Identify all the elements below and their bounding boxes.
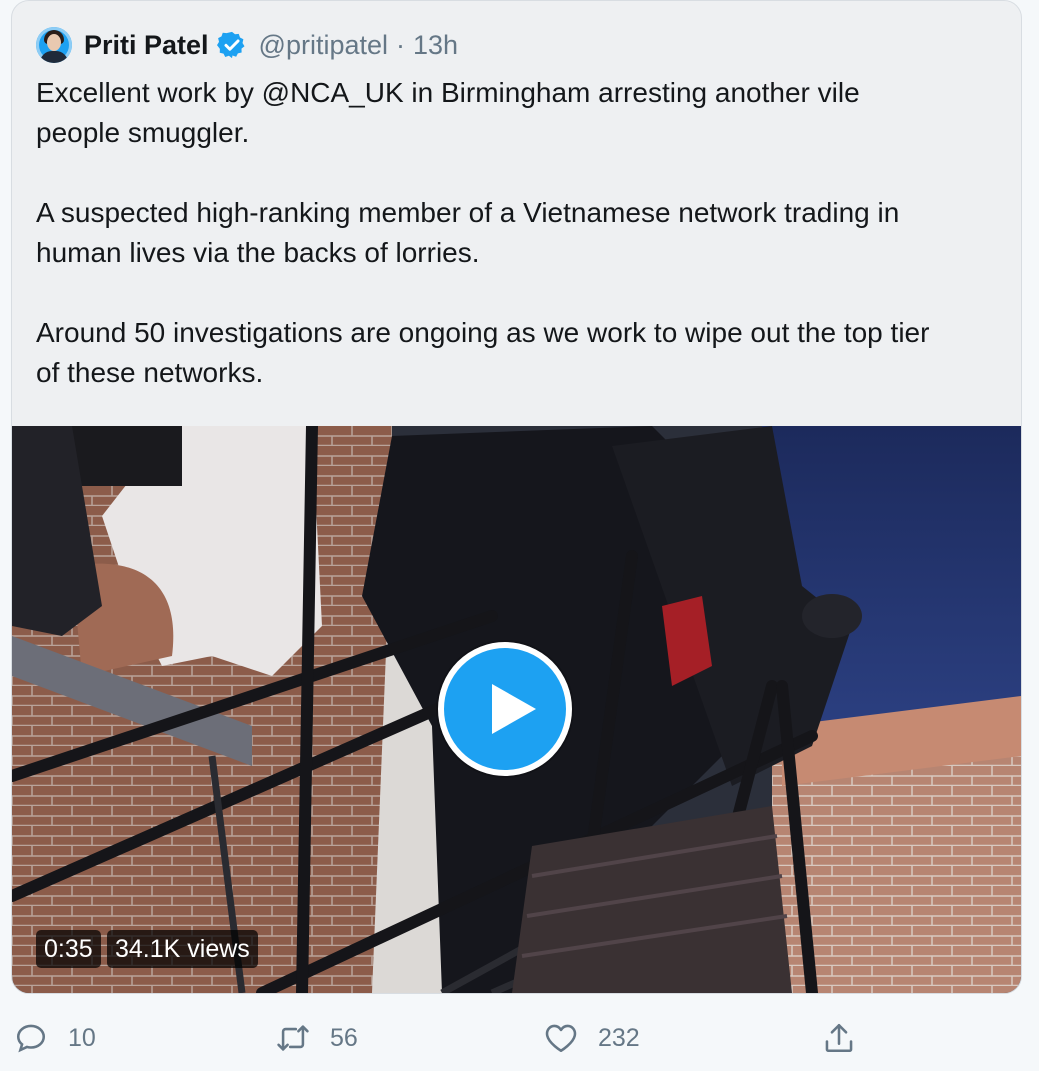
- video-views-badge: 34.1K views: [107, 930, 258, 968]
- play-button[interactable]: [438, 642, 572, 776]
- reply-count: 10: [68, 1023, 96, 1052]
- like-count: 232: [598, 1023, 640, 1052]
- reply-button[interactable]: 10: [14, 1015, 96, 1061]
- author-name[interactable]: Priti Patel: [84, 30, 209, 61]
- tweet-timestamp[interactable]: 13h: [413, 30, 458, 61]
- tweet-actions: 10 56 232: [0, 1015, 1039, 1061]
- reply-icon: [16, 1024, 46, 1053]
- avatar[interactable]: [36, 27, 72, 63]
- retweet-icon: [277, 1025, 309, 1051]
- share-icon: [825, 1023, 853, 1053]
- separator-dot: ·: [396, 29, 406, 60]
- tweet-card[interactable]: Priti Patel @pritipatel · 13h Excellent …: [11, 0, 1022, 994]
- share-button[interactable]: [822, 1015, 876, 1061]
- video-duration-badge: 0:35: [36, 930, 101, 968]
- retweet-count: 56: [330, 1023, 358, 1052]
- like-icon: [545, 1024, 577, 1053]
- play-icon: [492, 684, 536, 734]
- tweet-text: Excellent work by @NCA_UK in Birmingham …: [36, 77, 930, 388]
- author-handle[interactable]: @pritipatel: [259, 30, 388, 61]
- retweet-button[interactable]: 56: [276, 1015, 358, 1061]
- like-button[interactable]: 232: [544, 1015, 640, 1061]
- tweet-header: Priti Patel @pritipatel · 13h: [36, 27, 458, 63]
- verified-badge-icon: [216, 31, 245, 59]
